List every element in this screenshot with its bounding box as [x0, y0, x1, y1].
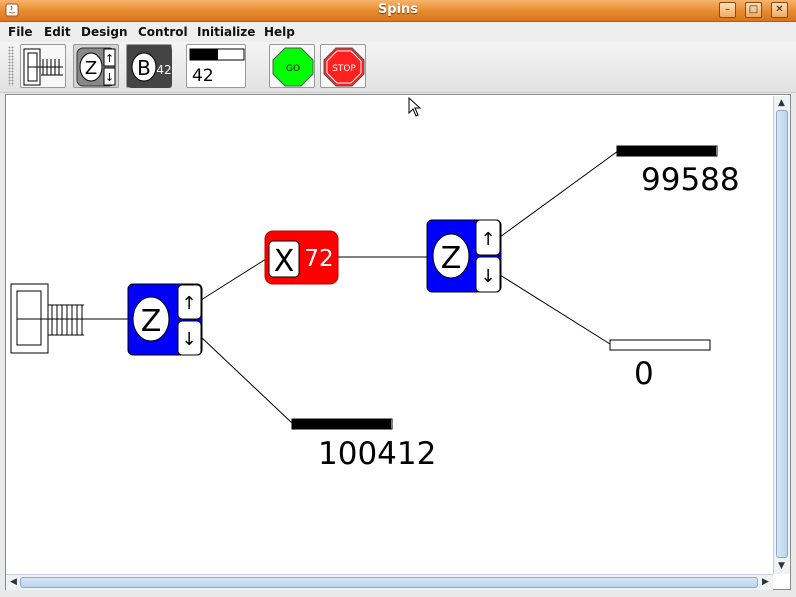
menu-design[interactable]: Design [81, 25, 128, 39]
counter-top-fill [617, 146, 716, 156]
scroll-left-icon[interactable]: ◀ [6, 575, 21, 590]
menu-initialize[interactable]: Initialize [197, 25, 255, 39]
horizontal-scrollbar[interactable]: ◀ ▶ [6, 574, 773, 590]
counter-icon: 42 [189, 48, 245, 86]
analyzer-2-label: Z [441, 241, 462, 276]
counter-middle-bar [609, 339, 711, 351]
counter-tool[interactable]: 42 [186, 44, 246, 88]
toolbar-grip[interactable] [8, 46, 14, 86]
oven-source-icon [23, 48, 63, 86]
magnet-x[interactable]: X 72 [264, 230, 339, 285]
counter-bottom-value: 100412 [318, 436, 436, 472]
wire-analyzer2-down-to-counter [499, 274, 611, 345]
source-oven-tool[interactable] [20, 44, 66, 88]
design-canvas[interactable]: Z ↑ ↓ X 72 Z ↑ ↓ 99588 0 100412 [5, 94, 791, 590]
vertical-scrollbar[interactable]: ▲ ▼ [773, 96, 790, 574]
svg-text:Z: Z [85, 58, 97, 79]
close-button[interactable]: ✕ [771, 2, 788, 18]
counter-bottom[interactable]: 100412 [291, 418, 436, 472]
stop-button[interactable]: STOP [320, 44, 366, 88]
analyzer-2-down-arrow: ↓ [480, 266, 495, 287]
minimize-button[interactable]: – [719, 2, 736, 18]
scroll-right-icon[interactable]: ▶ [758, 575, 773, 590]
counter-bottom-fill [292, 419, 391, 429]
stop-icon: STOP [323, 47, 365, 87]
svg-text:42: 42 [156, 63, 171, 77]
stern-gerlach-z-tool[interactable]: Z ↑ ↓ [73, 44, 119, 88]
menu-bar: File Edit Design Control Initialize Help [0, 22, 796, 42]
analyzer-2-up-arrow: ↑ [480, 229, 495, 250]
scroll-down-icon[interactable]: ▼ [774, 559, 789, 574]
svg-text:42: 42 [192, 66, 214, 86]
analyzer-1-up-arrow: ↑ [181, 293, 196, 314]
scroll-up-icon[interactable]: ▲ [774, 96, 789, 111]
vertical-scroll-thumb[interactable] [776, 110, 788, 558]
window-title: Spins [377, 2, 419, 17]
wire-analyzer2-up-to-counter [499, 150, 619, 238]
analyzer-1-label: Z [141, 304, 162, 339]
counter-middle[interactable]: 0 [609, 339, 711, 392]
horizontal-scroll-thumb[interactable] [20, 577, 758, 588]
menu-control[interactable]: Control [138, 25, 188, 39]
svg-text:GO: GO [286, 64, 300, 74]
svg-text:↑: ↑ [105, 52, 114, 65]
stern-gerlach-analyzer-2[interactable]: Z ↑ ↓ [426, 219, 502, 293]
experiment-diagram: Z ↑ ↓ X 72 Z ↑ ↓ 99588 0 100412 [10, 145, 740, 472]
counter-middle-value: 0 [634, 356, 654, 392]
stern-gerlach-z-icon: Z ↑ ↓ [76, 47, 116, 87]
menu-file[interactable]: File [8, 25, 33, 39]
menu-help[interactable]: Help [264, 25, 295, 39]
wire-analyzer1-down-to-counter [200, 336, 293, 424]
maximize-button[interactable]: □ [745, 2, 762, 18]
wire-analyzer1-up-to-magnet [200, 258, 267, 301]
title-bar: Spins – □ ✕ [0, 0, 796, 22]
magnet-x-angle: 72 [304, 246, 333, 272]
toolbar: Z ↑ ↓ B 42 42 GO STOP [0, 42, 796, 93]
svg-text:STOP: STOP [332, 64, 356, 74]
magnet-x-label: X [274, 244, 295, 279]
svg-text:↓: ↓ [105, 71, 114, 84]
stern-gerlach-analyzer-1[interactable]: Z ↑ ↓ [127, 283, 203, 356]
source-oven[interactable] [10, 283, 86, 354]
magnet-b-tool[interactable]: B 42 [126, 44, 172, 88]
go-button[interactable]: GO [269, 44, 315, 88]
analyzer-1-down-arrow: ↓ [181, 329, 196, 350]
svg-text:B: B [137, 56, 151, 80]
counter-top[interactable]: 99588 [616, 145, 740, 198]
magnet-b-icon: B 42 [128, 46, 172, 88]
go-icon: GO [272, 47, 314, 87]
counter-top-value: 99588 [641, 162, 740, 198]
menu-edit[interactable]: Edit [44, 25, 71, 39]
mouse-cursor-icon [408, 97, 422, 117]
